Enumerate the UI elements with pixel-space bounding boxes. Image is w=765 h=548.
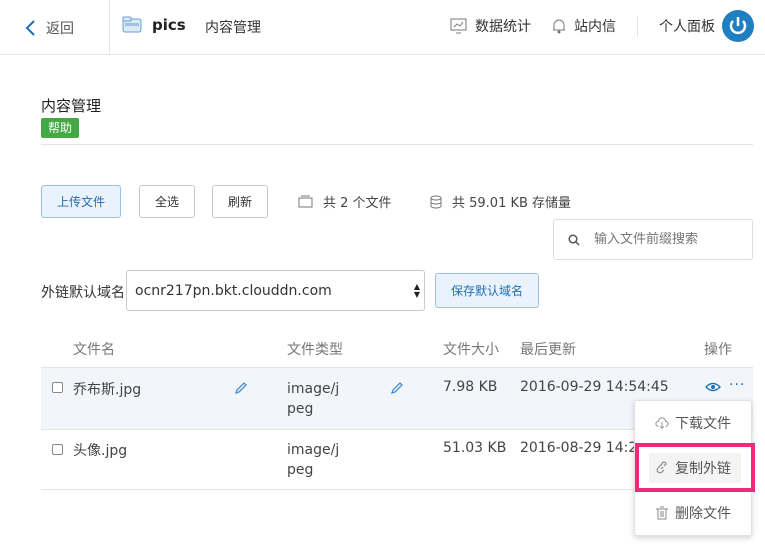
menu-download[interactable]: 下载文件	[635, 408, 751, 438]
menu-delete[interactable]: 删除文件	[635, 498, 751, 528]
file-type-line: image/j	[287, 442, 340, 458]
search-box	[553, 219, 753, 260]
nav-stats[interactable]: 数据统计	[450, 16, 531, 36]
row-checkbox[interactable]	[52, 444, 63, 455]
avatar[interactable]	[722, 10, 754, 42]
database-icon	[430, 195, 442, 208]
edit-name-icon[interactable]	[234, 381, 248, 395]
column-header: 最后更新	[520, 342, 576, 358]
domain-value: ocnr217pn.bkt.clouddn.com	[135, 282, 332, 299]
select-arrows-icon: ▲ ▼	[413, 282, 420, 299]
divider	[109, 0, 110, 55]
save-domain-button[interactable]: 保存默认域名	[435, 273, 539, 308]
column-header: 文件类型	[287, 342, 343, 358]
column-header: 文件名	[73, 342, 115, 358]
nav-messages-label: 站内信	[574, 19, 616, 35]
chart-icon	[450, 18, 467, 34]
divider	[637, 17, 638, 37]
bell-icon	[553, 19, 565, 34]
storage-usage: 共 59.01 KB 存储量	[430, 192, 571, 211]
eye-icon[interactable]	[705, 381, 721, 393]
chevron-left-icon	[25, 20, 35, 36]
more-icon[interactable]: ···	[729, 377, 745, 393]
search-icon	[568, 233, 580, 246]
back-label: 返回	[46, 21, 74, 37]
column-header: 操作	[704, 342, 732, 358]
select-all-button[interactable]: 全选	[139, 185, 195, 218]
page-title: 内容管理	[41, 97, 102, 115]
search-input[interactable]	[594, 232, 744, 247]
nav-dashboard-label: 个人面板	[659, 19, 715, 35]
breadcrumb: 内容管理	[205, 20, 261, 36]
top-bar: 返回 pics 内容管理 数据统计 站内信 个人面板	[0, 0, 765, 55]
back-button[interactable]: 返回	[24, 18, 74, 38]
bucket-icon	[122, 16, 142, 33]
file-count: 共 2 个文件	[298, 192, 392, 211]
menu-download-label: 下载文件	[675, 416, 731, 432]
file-updated: 2016-08-29 14:26	[520, 440, 647, 456]
file-type-line: peg	[287, 401, 314, 417]
divider	[41, 144, 753, 145]
file-updated: 2016-09-29 14:54:45	[520, 379, 669, 395]
row-checkbox[interactable]	[52, 382, 63, 393]
bucket-name: pics	[152, 16, 186, 34]
files-icon	[298, 195, 313, 208]
trash-icon	[656, 506, 668, 520]
highlight-box	[635, 443, 755, 492]
domain-label: 外链默认域名	[41, 285, 125, 301]
edit-type-icon[interactable]	[390, 381, 404, 395]
domain-select[interactable]: ocnr217pn.bkt.clouddn.com ▲ ▼	[126, 270, 425, 311]
cloud-download-icon	[655, 417, 669, 429]
nav-dashboard[interactable]: 个人面板	[659, 16, 715, 36]
storage-label: 共 59.01 KB 存储量	[452, 196, 572, 211]
menu-delete-label: 删除文件	[675, 506, 731, 522]
nav-messages[interactable]: 站内信	[552, 16, 616, 36]
power-icon	[729, 17, 747, 35]
upload-button[interactable]: 上传文件	[41, 185, 121, 218]
file-size: 7.98 KB	[443, 379, 498, 395]
file-type-line: image/j	[287, 381, 340, 397]
file-name[interactable]: 乔布斯.jpg	[73, 379, 141, 399]
file-count-label: 共 2 个文件	[323, 196, 392, 211]
help-badge[interactable]: 帮助	[41, 118, 80, 138]
refresh-button[interactable]: 刷新	[212, 185, 268, 218]
file-type: image/j peg	[287, 440, 339, 480]
file-name[interactable]: 头像.jpg	[73, 440, 127, 460]
column-header: 文件大小	[443, 342, 499, 358]
bucket-title: pics	[122, 16, 186, 34]
file-type: image/j peg	[287, 379, 339, 419]
file-size: 51.03 KB	[443, 440, 507, 456]
file-type-line: peg	[287, 462, 314, 478]
nav-stats-label: 数据统计	[475, 19, 531, 35]
